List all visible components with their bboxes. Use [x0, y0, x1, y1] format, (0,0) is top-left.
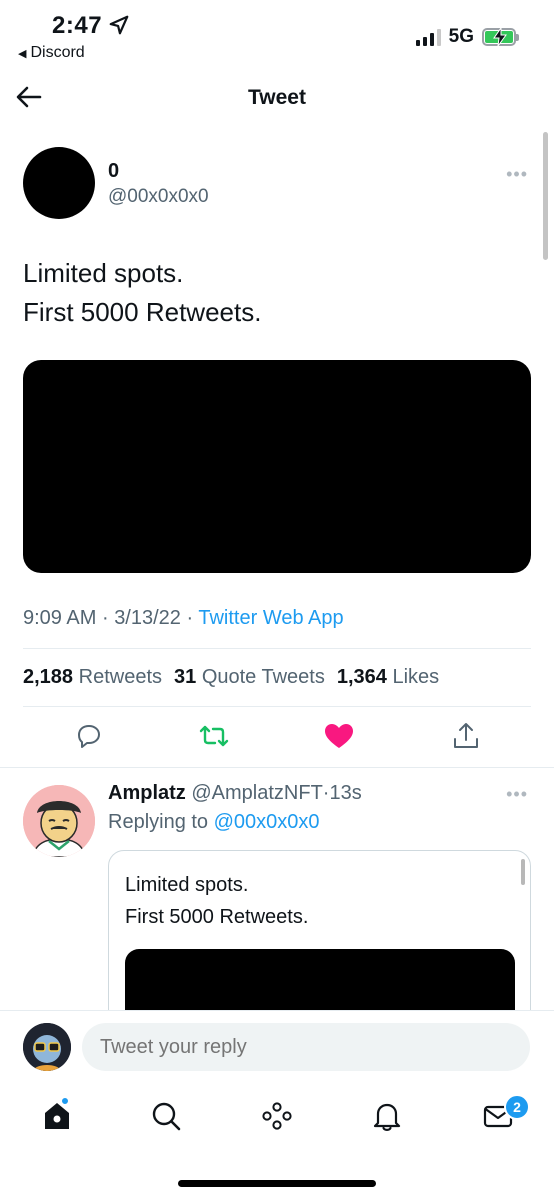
page-title: Tweet	[248, 86, 306, 109]
battery-charging-icon	[482, 28, 519, 46]
reply-composer	[0, 1010, 554, 1090]
tweet-meta: 9:09 AM · 3/13/22 · Twitter Web App	[23, 607, 344, 629]
tweet-time: 9:09 AM	[23, 607, 97, 629]
my-avatar[interactable]	[23, 1023, 71, 1071]
reply-author-handle[interactable]: @AmplatzNFT	[191, 782, 322, 804]
back-app-label: Discord	[30, 44, 85, 61]
tweet-text-line: Limited spots.	[23, 258, 184, 288]
heart-icon[interactable]	[323, 720, 355, 752]
tweet-source-link[interactable]: Twitter Web App	[198, 607, 343, 629]
tweet-stats: 2,188 Retweets 31 Quote Tweets 1,364 Lik…	[23, 666, 439, 689]
reply-time: 13s	[329, 782, 362, 804]
divider	[23, 706, 531, 707]
tweet-actions	[23, 720, 531, 756]
author-handle[interactable]: @00x0x0x0	[108, 186, 209, 208]
author-avatar[interactable]	[23, 147, 95, 219]
scrollbar[interactable]	[543, 132, 548, 260]
replying-to-handle[interactable]: @00x0x0x0	[214, 811, 320, 833]
status-indicators: 5G	[415, 26, 519, 48]
spaces-icon[interactable]	[259, 1098, 295, 1134]
reply-bubble-icon[interactable]	[73, 720, 105, 752]
home-indicator[interactable]	[178, 1180, 376, 1187]
share-icon[interactable]	[450, 720, 482, 752]
likes-stat[interactable]: 1,364 Likes	[337, 666, 439, 689]
replying-to: Replying to @00x0x0x0	[108, 811, 320, 833]
reply-author-avatar[interactable]	[23, 785, 95, 857]
network-type: 5G	[448, 26, 474, 47]
divider	[23, 648, 531, 649]
signal-bars-icon	[415, 28, 441, 46]
tweet-text: Limited spots. First 5000 Retweets.	[23, 254, 261, 332]
quoted-tweet-text: Limited spots. First 5000 Retweets.	[125, 874, 309, 928]
reply-input[interactable]	[82, 1023, 530, 1071]
reply-header: Amplatz @AmplatzNFT·13s	[108, 782, 362, 804]
tab-bar	[0, 1090, 554, 1150]
retweets-stat[interactable]: 2,188 Retweets	[23, 666, 162, 689]
back-triangle-icon: ◀	[18, 47, 27, 60]
author-name[interactable]: 0	[108, 160, 119, 183]
location-arrow-icon	[109, 15, 129, 35]
tweet-date: 3/13/22	[114, 607, 181, 629]
quote-scrollbar	[521, 859, 525, 885]
tweet-media[interactable]	[23, 360, 531, 573]
home-icon[interactable]	[39, 1098, 75, 1134]
quote-tweets-stat[interactable]: 31 Quote Tweets	[174, 666, 325, 689]
more-options-icon[interactable]: •••	[506, 164, 528, 185]
reply-author-name[interactable]: Amplatz	[108, 782, 186, 804]
divider	[0, 767, 554, 768]
home-notification-dot	[60, 1096, 70, 1106]
tweet-text-line: First 5000 Retweets.	[23, 297, 262, 327]
notifications-icon[interactable]	[369, 1098, 405, 1134]
retweet-icon[interactable]	[198, 720, 230, 752]
status-time: 2:47	[52, 12, 103, 39]
more-options-icon[interactable]: •••	[506, 784, 528, 805]
search-icon[interactable]	[148, 1098, 184, 1134]
back-to-app-link[interactable]: ◀ Discord	[18, 44, 85, 62]
messages-badge: 2	[504, 1094, 530, 1120]
